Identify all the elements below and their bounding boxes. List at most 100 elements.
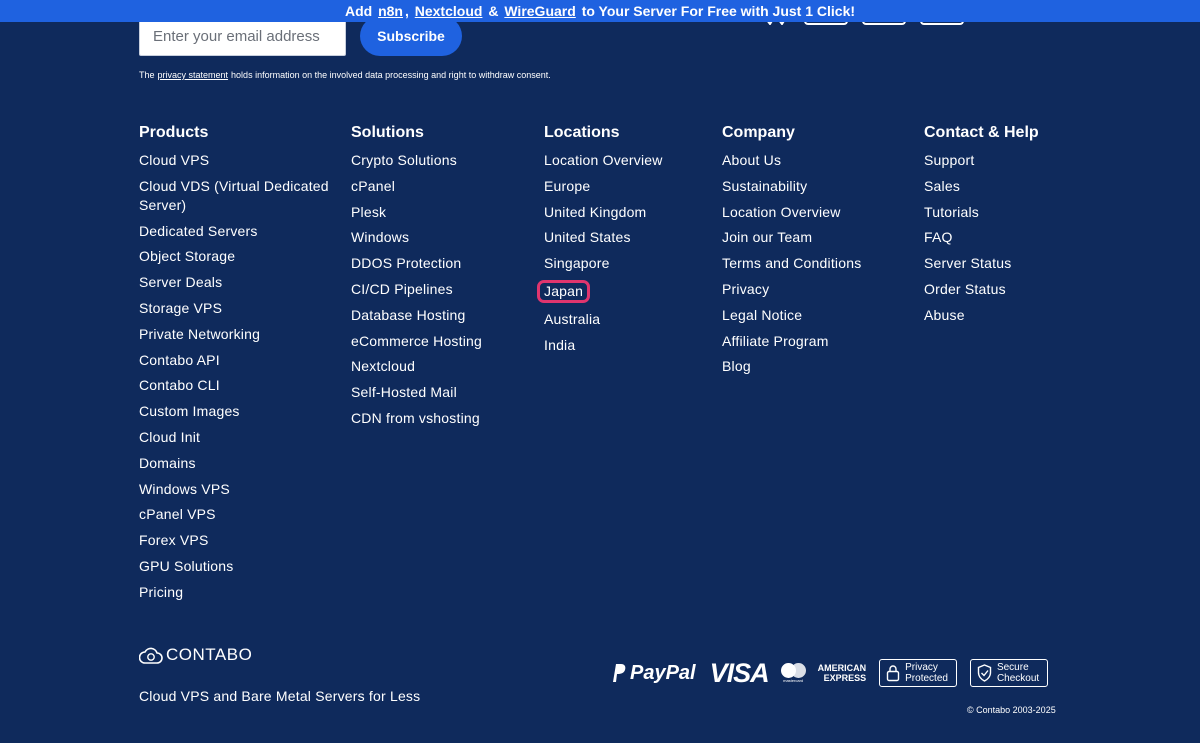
products-link[interactable]: Cloud VPS — [139, 152, 209, 168]
products-column: Products Cloud VPS Cloud VDS (Virtual De… — [139, 124, 329, 609]
company-link[interactable]: Sustainability — [722, 178, 807, 194]
company-link[interactable]: Location Overview — [722, 204, 841, 220]
locations-heading: Locations — [544, 124, 620, 141]
paypal-logo: PayPal — [610, 662, 696, 685]
locations-link[interactable]: India — [544, 337, 575, 353]
contact-heading: Contact & Help — [924, 124, 1039, 141]
amex-line1: AMERICAN — [817, 663, 867, 673]
company-link[interactable]: Join our Team — [722, 229, 812, 245]
products-link[interactable]: Server Deals — [139, 274, 222, 290]
privacy-badge-line1: Privacy — [905, 662, 938, 673]
products-link[interactable]: Object Storage — [139, 248, 235, 264]
products-link[interactable]: cPanel VPS — [139, 506, 216, 522]
solutions-link[interactable]: CI/CD Pipelines — [351, 281, 453, 297]
consent-suffix: holds information on the involved data p… — [231, 70, 551, 80]
shield-check-icon — [977, 664, 992, 682]
secure-badge-line1: Secure — [996, 662, 1029, 673]
locations-link[interactable]: Europe — [544, 178, 590, 194]
promo-sep: & — [488, 3, 499, 19]
company-link[interactable]: Terms and Conditions — [722, 255, 861, 271]
promo-link-n8n[interactable]: n8n — [378, 3, 403, 19]
solutions-link[interactable]: DDOS Protection — [351, 255, 461, 271]
copyright: © Contabo 2003-2025 — [967, 705, 1056, 715]
locations-link[interactable]: United Kingdom — [544, 204, 646, 220]
subscribe-button[interactable]: Subscribe — [360, 16, 462, 56]
locations-list: Location Overview Europe United Kingdom … — [537, 151, 694, 355]
products-link[interactable]: Windows VPS — [139, 481, 230, 497]
tagline: Cloud VPS and Bare Metal Servers for Les… — [139, 688, 421, 704]
amex-logo: AMERICAN EXPRESS — [818, 663, 867, 683]
company-link[interactable]: Blog — [722, 358, 751, 374]
products-link[interactable]: GPU Solutions — [139, 558, 233, 574]
solutions-link[interactable]: Crypto Solutions — [351, 152, 457, 168]
products-link[interactable]: Cloud VDS (Virtual Dedicated Server) — [139, 178, 329, 213]
products-link[interactable]: Forex VPS — [139, 532, 209, 548]
promo-banner: Add n8n , Nextcloud & WireGuard to Your … — [0, 0, 1200, 22]
products-link[interactable]: Domains — [139, 455, 196, 471]
contact-link[interactable]: Server Status — [924, 255, 1011, 271]
company-link[interactable]: Affiliate Program — [722, 333, 829, 349]
logo-text: CONTABO — [166, 645, 253, 664]
company-link[interactable]: Legal Notice — [722, 307, 802, 323]
solutions-column: Solutions Crypto Solutions cPanel Plesk … — [351, 124, 521, 435]
products-link[interactable]: Private Networking — [139, 326, 260, 342]
contact-column: Contact & Help Support Sales Tutorials F… — [924, 124, 1074, 332]
locations-link-japan-highlighted[interactable]: Japan — [537, 279, 591, 303]
products-link[interactable]: Pricing — [139, 584, 183, 600]
products-link[interactable]: Contabo CLI — [139, 377, 220, 393]
company-list: About Us Sustainability Location Overvie… — [722, 151, 902, 376]
mastercard-text: mastercard — [783, 678, 804, 683]
promo-prefix: Add — [344, 3, 373, 19]
products-link[interactable]: Dedicated Servers — [139, 223, 258, 239]
company-link[interactable]: About Us — [722, 152, 781, 168]
solutions-link[interactable]: CDN from vshosting — [351, 410, 480, 426]
contact-link[interactable]: Abuse — [924, 307, 965, 323]
locations-link[interactable]: United States — [544, 229, 631, 245]
solutions-list: Crypto Solutions cPanel Plesk Windows DD… — [351, 151, 521, 428]
privacy-statement-link[interactable]: privacy statement — [158, 70, 229, 80]
privacy-protected-badge: Privacy Protected — [879, 659, 957, 687]
solutions-link[interactable]: Plesk — [351, 204, 386, 220]
products-link[interactable]: Contabo API — [139, 352, 220, 368]
contact-link[interactable]: Sales — [924, 178, 960, 194]
contact-link[interactable]: FAQ — [924, 229, 953, 245]
promo-link-wireguard[interactable]: WireGuard — [504, 3, 575, 19]
paypal-text: PayPal — [630, 661, 696, 684]
locations-link[interactable]: Singapore — [544, 255, 610, 271]
promo-suffix: to Your Server For Free with Just 1 Clic… — [581, 3, 856, 19]
visa-logo: VISA — [709, 657, 770, 688]
payment-methods: PayPal VISA mastercard AMERICAN EXPRESS … — [610, 657, 1049, 688]
solutions-link[interactable]: cPanel — [351, 178, 395, 194]
locations-link[interactable]: Australia — [544, 311, 600, 327]
products-link[interactable]: Storage VPS — [139, 300, 222, 316]
promo-link-nextcloud[interactable]: Nextcloud — [415, 3, 483, 19]
solutions-link[interactable]: Database Hosting — [351, 307, 466, 323]
mastercard-icon — [780, 663, 806, 678]
email-input[interactable] — [139, 16, 346, 56]
products-heading: Products — [139, 124, 209, 141]
solutions-link[interactable]: Windows — [351, 229, 409, 245]
consent-text: The privacy statement holds information on… — [139, 70, 551, 80]
mastercard-logo: mastercard — [780, 663, 806, 683]
solutions-link[interactable]: Nextcloud — [351, 358, 415, 374]
contact-link[interactable]: Order Status — [924, 281, 1006, 297]
company-heading: Company — [722, 124, 795, 141]
secure-badge-line2: Checkout — [996, 673, 1040, 684]
company-link[interactable]: Privacy — [722, 281, 769, 297]
consent-prefix: The — [139, 70, 155, 80]
secure-checkout-badge: Secure Checkout — [969, 659, 1049, 687]
contabo-logo[interactable]: CONTABO — [139, 645, 252, 665]
contact-list: Support Sales Tutorials FAQ Server Statu… — [924, 151, 1074, 325]
amex-line2: EXPRESS — [823, 673, 867, 683]
locations-link[interactable]: Location Overview — [544, 152, 663, 168]
solutions-link[interactable]: eCommerce Hosting — [351, 333, 482, 349]
cloud-logo-icon — [139, 647, 163, 664]
solutions-link[interactable]: Self-Hosted Mail — [351, 384, 457, 400]
solutions-heading: Solutions — [351, 124, 424, 141]
products-link[interactable]: Custom Images — [139, 403, 240, 419]
lock-icon — [886, 665, 900, 682]
products-link[interactable]: Cloud Init — [139, 429, 200, 445]
contact-link[interactable]: Support — [924, 152, 974, 168]
contact-link[interactable]: Tutorials — [924, 204, 979, 220]
products-list: Cloud VPS Cloud VDS (Virtual Dedicated S… — [139, 151, 329, 602]
